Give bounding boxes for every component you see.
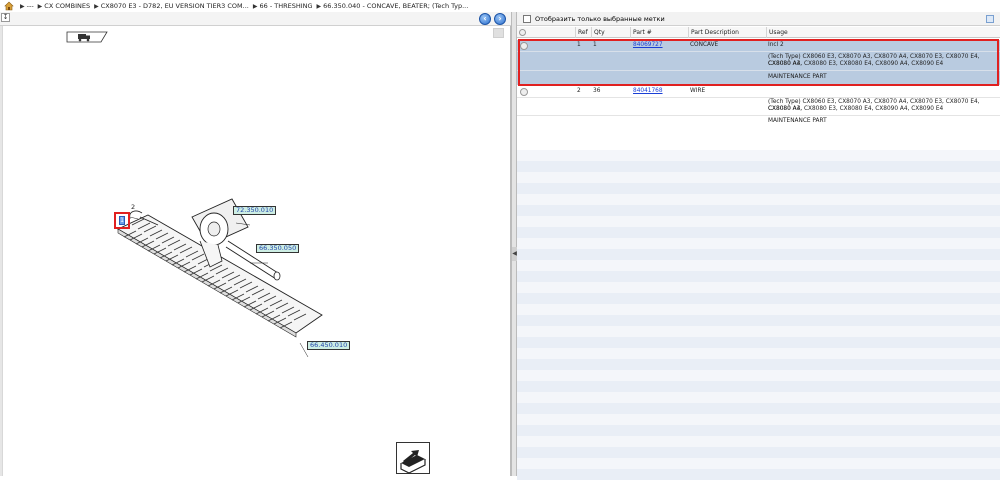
vertical-ruler <box>0 26 3 476</box>
callout-66-350-050[interactable]: 66.350.050 <box>256 244 300 253</box>
breadcrumb: ▶ --- ▶ CX COMBINES ▶ CX8070 E3 - D782, EU … <box>0 0 1000 12</box>
export-list-icon[interactable] <box>986 15 994 23</box>
table-header: Ref Qty Part # Part Description Usage <box>517 27 1000 38</box>
select-all-column[interactable] <box>517 27 533 38</box>
column-header-qty[interactable]: Qty <box>591 27 619 38</box>
forward-arrow-icon[interactable]: › <box>494 13 506 25</box>
cell-part-link[interactable]: 84041768 <box>633 88 663 95</box>
cell-usage-tech-type-cont: CX8080 A4, CX8080 E3, CX8080 E4, CX8090 … <box>768 106 944 112</box>
highlight-selected-row <box>518 39 999 86</box>
parts-list-pane: Отобразить только выбранные метки Ref Qt… <box>517 12 1000 480</box>
overview-thumbnail[interactable] <box>493 28 504 38</box>
column-header-ref[interactable]: Ref <box>575 27 591 38</box>
breadcrumb-item-model[interactable]: ▶ CX8070 E3 - D782, EU VERSION TIER3 COM.… <box>94 2 249 10</box>
select-all-icon[interactable] <box>519 29 526 36</box>
collapse-icon[interactable]: ↧ <box>1 13 10 22</box>
show-selected-checkbox[interactable] <box>523 14 531 23</box>
column-header-description[interactable]: Part Description <box>688 27 766 38</box>
cell-qty: 36 <box>593 88 601 94</box>
breadcrumb-item-product-line[interactable]: ▶ CX COMBINES <box>38 2 90 10</box>
cell-description: WIRE <box>690 88 706 94</box>
callout-72-350-010[interactable]: 72.350.010 <box>233 206 277 215</box>
highlight-ref-1[interactable]: 1 <box>114 212 130 229</box>
chevron-right-icon: ▶ <box>252 2 258 10</box>
chevron-right-icon: ▶ <box>37 2 43 10</box>
export-icon[interactable] <box>396 442 430 474</box>
truck-icon[interactable] <box>66 28 108 43</box>
diagram-toolbar <box>0 12 511 26</box>
cell-usage-maintenance: MAINTENANCE PART <box>768 118 827 124</box>
breadcrumb-item-section[interactable]: ▶ 66.350.040 - CONCAVE, BEATER; (Tech Typ… <box>317 2 469 10</box>
diagram-pane: ↧ ‹ › 2 1 72.350.010 66.350.050 66.450.0… <box>0 12 511 476</box>
breadcrumb-item-root[interactable]: ▶ --- <box>20 2 34 10</box>
home-icon[interactable] <box>4 1 14 11</box>
cell-ref: 2 <box>577 88 581 94</box>
chevron-right-icon: ▶ <box>94 2 99 10</box>
back-arrow-icon[interactable]: ‹ <box>479 13 491 25</box>
chevron-right-icon: ▶ <box>316 2 322 10</box>
callout-66-450-010[interactable]: 66.450.010 <box>307 341 351 350</box>
filter-bar: Отобразить только выбранные метки <box>517 12 1000 26</box>
ref-label[interactable]: 2 <box>131 203 135 211</box>
row-select-icon[interactable] <box>520 88 528 96</box>
chevron-right-icon: ▶ <box>20 2 25 10</box>
concave-drawing <box>117 198 323 357</box>
column-header-usage[interactable]: Usage <box>766 27 1000 38</box>
column-header-part[interactable]: Part # <box>630 27 688 38</box>
table-row[interactable]: 2 36 84041768 WIRE (Tech Type) CX8060 E3… <box>517 87 1000 131</box>
breadcrumb-item-group[interactable]: ▶ 66 - THRESHING <box>253 2 313 10</box>
show-selected-label: Отобразить только выбранные метки <box>535 14 665 23</box>
